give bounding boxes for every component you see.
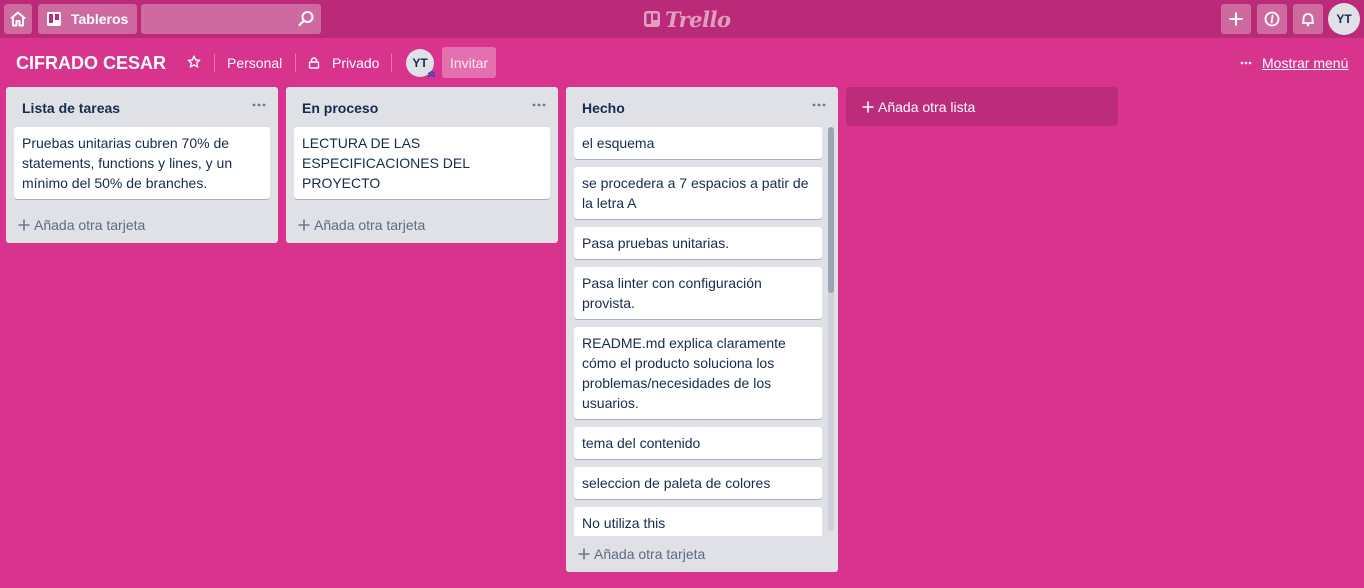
visibility-button[interactable]: Privado <box>308 55 379 71</box>
add-card-button[interactable]: Añada otra tarjeta <box>6 207 278 243</box>
card[interactable]: el esquema <box>574 127 822 159</box>
add-list-label: Añada otra lista <box>878 98 976 115</box>
list-menu-icon[interactable] <box>252 103 266 107</box>
list-en-proceso: En proceso LECTURA DE LAS ESPECIFICACION… <box>286 87 558 243</box>
home-button[interactable] <box>4 4 32 34</box>
admin-badge-icon <box>427 70 436 79</box>
card[interactable]: Pruebas unitarias cubren 70% de statemen… <box>14 127 270 199</box>
member-initials: YT <box>412 56 428 70</box>
list-menu-icon[interactable] <box>812 103 826 107</box>
board-title[interactable]: CIFRADO CESAR <box>16 53 166 74</box>
card[interactable]: se procedera a 7 espacios a patir de la … <box>574 167 822 219</box>
list-lista-de-tareas: Lista de tareas Pruebas unitarias cubren… <box>6 87 278 243</box>
list-menu-icon[interactable] <box>532 103 546 107</box>
divider <box>214 54 215 72</box>
list-header: En proceso <box>286 87 558 127</box>
card[interactable]: seleccion de paleta de colores <box>574 467 822 499</box>
card-list: el esquema se procedera a 7 espacios a p… <box>566 127 838 536</box>
list-hecho: Hecho el esquema se procedera a 7 espaci… <box>566 87 838 572</box>
card-list: Pruebas unitarias cubren 70% de statemen… <box>6 127 278 199</box>
bell-icon <box>1300 11 1316 27</box>
plus-icon <box>578 548 590 560</box>
divider <box>295 54 296 72</box>
add-card-label: Añada otra tarjeta <box>34 217 146 233</box>
trello-logo-text: Trello <box>665 6 731 32</box>
more-icon <box>1240 61 1252 65</box>
card[interactable]: LECTURA DE LAS ESPECIFICACIONES DEL PROY… <box>294 127 550 199</box>
add-card-button[interactable]: Añada otra tarjeta <box>286 207 558 243</box>
card-list: LECTURA DE LAS ESPECIFICACIONES DEL PROY… <box>286 127 558 199</box>
search-icon[interactable] <box>297 10 315 28</box>
team-button[interactable]: Personal <box>227 55 282 71</box>
member-avatar[interactable]: YT <box>406 49 436 79</box>
card[interactable]: Pasa linter con configuración provista. <box>574 267 822 319</box>
create-button[interactable] <box>1221 4 1251 34</box>
plus-icon <box>1228 11 1244 27</box>
show-menu-button[interactable]: Mostrar menú <box>1240 55 1348 71</box>
card[interactable]: Pasa pruebas unitarias. <box>574 227 822 259</box>
add-card-label: Añada otra tarjeta <box>594 546 706 562</box>
list-title[interactable]: Hecho <box>582 100 625 116</box>
scrollbar-thumb[interactable] <box>828 127 834 293</box>
show-menu-label: Mostrar menú <box>1262 55 1349 71</box>
add-card-button[interactable]: Añada otra tarjeta <box>566 536 838 572</box>
user-avatar[interactable]: YT <box>1328 3 1360 35</box>
card[interactable]: README.md explica claramente cómo el pro… <box>574 327 822 419</box>
lock-icon <box>308 57 320 69</box>
plus-icon <box>862 101 874 113</box>
info-icon <box>1264 11 1280 27</box>
plus-icon <box>298 219 310 231</box>
boards-button[interactable]: Tableros <box>38 4 137 34</box>
notifications-button[interactable] <box>1293 4 1323 34</box>
home-icon <box>9 10 27 28</box>
search-input[interactable] <box>141 4 321 34</box>
visibility-label: Privado <box>332 55 380 71</box>
boards-icon <box>46 11 62 27</box>
star-icon[interactable] <box>186 54 202 70</box>
list-header: Lista de tareas <box>6 87 278 127</box>
card[interactable]: tema del contenido <box>574 427 822 459</box>
info-button[interactable] <box>1257 4 1287 34</box>
card[interactable]: No utiliza this <box>574 507 822 536</box>
trello-logo-icon <box>643 10 661 28</box>
card-scroll-area: el esquema se procedera a 7 espacios a p… <box>566 127 838 536</box>
add-card-label: Añada otra tarjeta <box>314 217 426 233</box>
add-list-button[interactable]: Añada otra lista <box>846 87 1118 126</box>
plus-icon <box>18 219 30 231</box>
list-title[interactable]: En proceso <box>302 100 378 116</box>
invite-button[interactable]: Invitar <box>442 47 496 78</box>
boards-label: Tableros <box>71 11 129 27</box>
list-header: Hecho <box>566 87 838 127</box>
divider <box>391 54 392 72</box>
top-header: Tableros Trello YT <box>0 0 1364 38</box>
list-title[interactable]: Lista de tareas <box>22 100 120 116</box>
trello-logo[interactable]: Trello <box>643 6 731 32</box>
list-scrollbar[interactable] <box>828 127 834 531</box>
